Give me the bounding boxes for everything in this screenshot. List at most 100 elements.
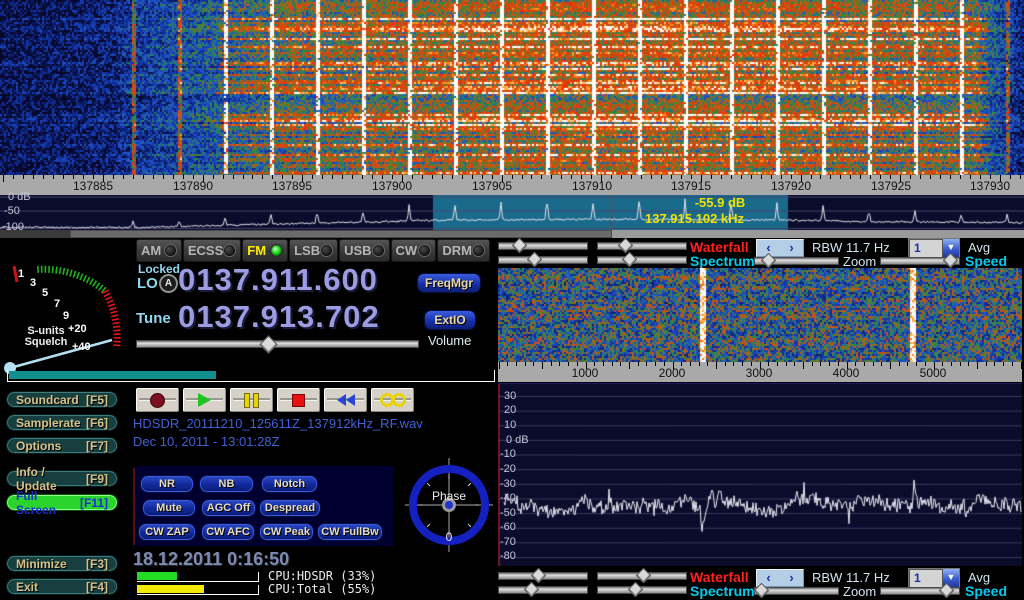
mode-button-drm[interactable]: DRM <box>437 239 490 262</box>
soundcard-button[interactable]: Soundcard[F5] <box>6 391 118 408</box>
freqmgr-button[interactable]: FreqMgr <box>417 273 481 293</box>
speed-slider[interactable] <box>880 257 960 265</box>
scale-tick <box>661 175 662 179</box>
scale-tick <box>977 362 978 369</box>
rbw-arrows[interactable]: ‹› <box>756 239 804 257</box>
recording-position-track[interactable] <box>7 370 495 382</box>
sp-contrast-slider[interactable] <box>597 256 687 264</box>
rf-frequency-scale[interactable]: 137885 137890 137895 137900 137905 13791… <box>0 175 1024 195</box>
notch-button[interactable]: Notch <box>261 475 318 493</box>
rf-scale-label: 137910 <box>568 179 616 193</box>
record-button[interactable] <box>136 388 179 412</box>
button-label: Soundcard <box>16 393 79 407</box>
rf-waterfall-display[interactable] <box>0 0 1024 175</box>
nr-button[interactable]: NR <box>140 475 194 493</box>
options-button[interactable]: Options[F7] <box>6 437 118 454</box>
mode-button-cw[interactable]: CW <box>391 239 437 262</box>
mode-button-usb[interactable]: USB <box>339 239 389 262</box>
mode-button-lsb[interactable]: LSB <box>289 239 338 262</box>
scale-tick <box>113 175 114 179</box>
scale-tick <box>23 175 24 179</box>
mode-label: CW <box>396 243 418 258</box>
band-scrollbar[interactable] <box>0 230 1024 238</box>
full-screen-button[interactable]: Full Screen[F11] <box>6 494 118 511</box>
af-frequency-scale[interactable]: 1000 2000 3000 4000 5000 <box>498 362 1022 382</box>
mode-button-fm[interactable]: FM <box>242 239 288 262</box>
cw-zap-button[interactable]: CW ZAP <box>138 523 196 541</box>
scale-tick <box>322 175 323 179</box>
slider-thumb[interactable] <box>628 582 644 598</box>
mode-button-am[interactable]: AM <box>136 239 182 262</box>
wf-contrast-slider-2[interactable] <box>597 572 687 580</box>
slider-thumb[interactable] <box>512 238 528 254</box>
band-scrollbar-thumb[interactable] <box>70 230 612 238</box>
cpu-hdsdr-label: CPU:HDSDR (33%) <box>268 569 376 583</box>
samplerate-button[interactable]: Samplerate[F6] <box>6 414 118 431</box>
rewind-button[interactable] <box>324 388 367 412</box>
rf-scale-label: 137895 <box>268 179 316 193</box>
scale-tick <box>890 175 891 179</box>
loop-button[interactable] <box>371 388 414 412</box>
mode-button-ecss[interactable]: ECSS <box>183 239 241 262</box>
slider-thumb[interactable] <box>622 252 638 268</box>
button-label: Samplerate <box>16 416 81 430</box>
scale-tick <box>591 175 592 179</box>
squelch-label[interactable]: Squelch <box>24 336 68 348</box>
exit-button[interactable]: Exit[F4] <box>6 578 118 595</box>
agc-button[interactable]: AGC Off <box>201 499 256 517</box>
scale-tick <box>502 175 503 182</box>
arrow-left-icon[interactable]: ‹ <box>766 571 770 585</box>
tune-label: Tune <box>136 310 171 327</box>
wf-contrast-slider[interactable] <box>597 242 687 250</box>
volume-label: Volume <box>428 333 471 348</box>
mute-button[interactable]: Mute <box>142 499 196 517</box>
af-waterfall-display[interactable] <box>498 268 1022 362</box>
scale-tick <box>899 362 900 366</box>
pause-button[interactable] <box>230 388 273 412</box>
wf-brightness-slider[interactable] <box>498 242 588 250</box>
stop-icon <box>292 394 305 407</box>
tune-slider[interactable] <box>136 340 419 348</box>
slider-thumb[interactable] <box>636 568 652 584</box>
speed-slider-2[interactable] <box>880 587 960 595</box>
play-button[interactable] <box>183 388 226 412</box>
s-meter-tick-label: +20 <box>68 323 87 335</box>
cw-afc-button[interactable]: CW AFC <box>201 523 255 541</box>
af-db-label: 10 <box>504 419 516 431</box>
zoom-slider-2[interactable] <box>754 587 839 595</box>
slider-thumb[interactable] <box>618 238 634 254</box>
spectrum-label: Spectrum <box>690 253 755 269</box>
slider-thumb[interactable] <box>524 582 540 598</box>
tune-frequency-display[interactable]: 0137.913.702 <box>178 299 380 335</box>
zoom-slider[interactable] <box>754 257 839 265</box>
af-spectrum-display[interactable] <box>498 383 1022 566</box>
sp-contrast-slider-2[interactable] <box>597 586 687 594</box>
stop-button[interactable] <box>277 388 320 412</box>
cw-fullbw-button[interactable]: CW FullBw <box>317 523 383 541</box>
slider-thumb[interactable] <box>527 252 543 268</box>
despread-button[interactable]: Despread <box>259 499 321 517</box>
cw-peak-button[interactable]: CW Peak <box>259 523 314 541</box>
tune-slider-thumb[interactable] <box>259 335 277 353</box>
rf-spectrum-display[interactable] <box>0 195 1024 230</box>
auto-lo-badge[interactable]: A <box>159 274 178 293</box>
minimize-button[interactable]: Minimize[F3] <box>6 555 118 572</box>
scale-tick <box>881 362 882 366</box>
arrow-right-icon[interactable]: › <box>789 571 793 585</box>
arrow-right-icon[interactable]: › <box>789 241 793 255</box>
extio-button[interactable]: ExtIO <box>424 310 476 330</box>
scale-tick <box>183 175 184 179</box>
slider-thumb[interactable] <box>531 568 547 584</box>
info-update-button[interactable]: Info / Update[F9] <box>6 470 118 487</box>
sp-brightness-slider[interactable] <box>498 256 588 264</box>
s-meter-tick-label: 5 <box>42 287 48 299</box>
scale-tick <box>541 175 542 179</box>
lo-frequency-display[interactable]: 0137.911.600 <box>178 262 378 298</box>
sp-brightness-slider-2[interactable] <box>498 586 588 594</box>
scale-tick <box>302 175 303 182</box>
scale-tick <box>402 175 403 182</box>
avg-combo-2[interactable]: 1 ▼ <box>908 568 960 588</box>
wf-brightness-slider-2[interactable] <box>498 572 588 580</box>
scale-tick <box>860 175 861 179</box>
nb-button[interactable]: NB <box>199 475 254 493</box>
